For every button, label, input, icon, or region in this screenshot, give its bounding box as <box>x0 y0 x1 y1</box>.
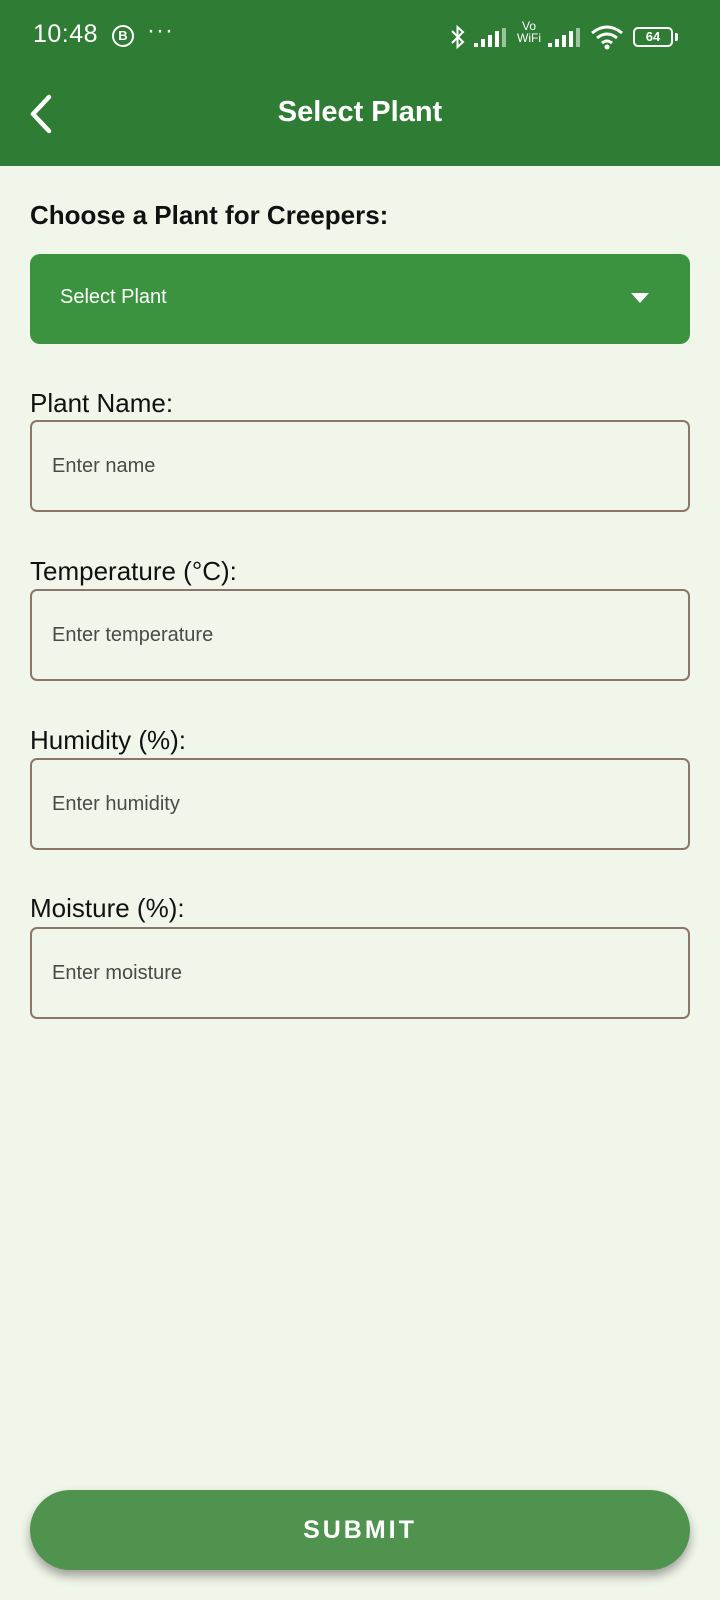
page-title: Select Plant <box>277 96 443 128</box>
signal-icon <box>474 28 506 47</box>
moisture-label: Moisture (%): <box>30 893 185 923</box>
battery-tip <box>675 33 678 41</box>
section-label: Choose a Plant for Creepers: <box>30 200 389 230</box>
caret-down-icon <box>631 293 649 303</box>
notification-badge-icon: B <box>112 25 134 47</box>
battery-icon: 64 <box>633 27 673 47</box>
plant-select-value: Select Plant <box>60 286 167 308</box>
bluetooth-icon <box>451 24 465 50</box>
moisture-input[interactable] <box>30 927 690 1019</box>
status-bar: 10:48 B ··· Vo WiFi 64 <box>0 0 720 72</box>
temperature-label: Temperature (°C): <box>30 556 237 586</box>
humidity-label: Humidity (%): <box>30 725 187 755</box>
app-header: 10:48 B ··· Vo WiFi 64 Select Plant <box>0 0 720 166</box>
more-notifications-icon: ··· <box>147 17 174 44</box>
status-icons: Vo WiFi 64 <box>450 20 690 52</box>
vowifi-bottom: WiFi <box>517 31 541 45</box>
submit-button[interactable]: SUBMIT <box>30 1490 690 1570</box>
plant-name-label: Plant Name: <box>30 388 174 418</box>
temperature-input[interactable] <box>30 589 690 681</box>
status-time: 10:48 <box>33 20 99 48</box>
humidity-input[interactable] <box>30 758 690 850</box>
plant-name-input[interactable] <box>30 420 690 512</box>
vowifi-icon: Vo WiFi <box>517 20 541 44</box>
wifi-icon <box>591 25 623 50</box>
plant-select-dropdown[interactable]: Select Plant <box>30 254 690 344</box>
signal-icon <box>548 28 580 47</box>
